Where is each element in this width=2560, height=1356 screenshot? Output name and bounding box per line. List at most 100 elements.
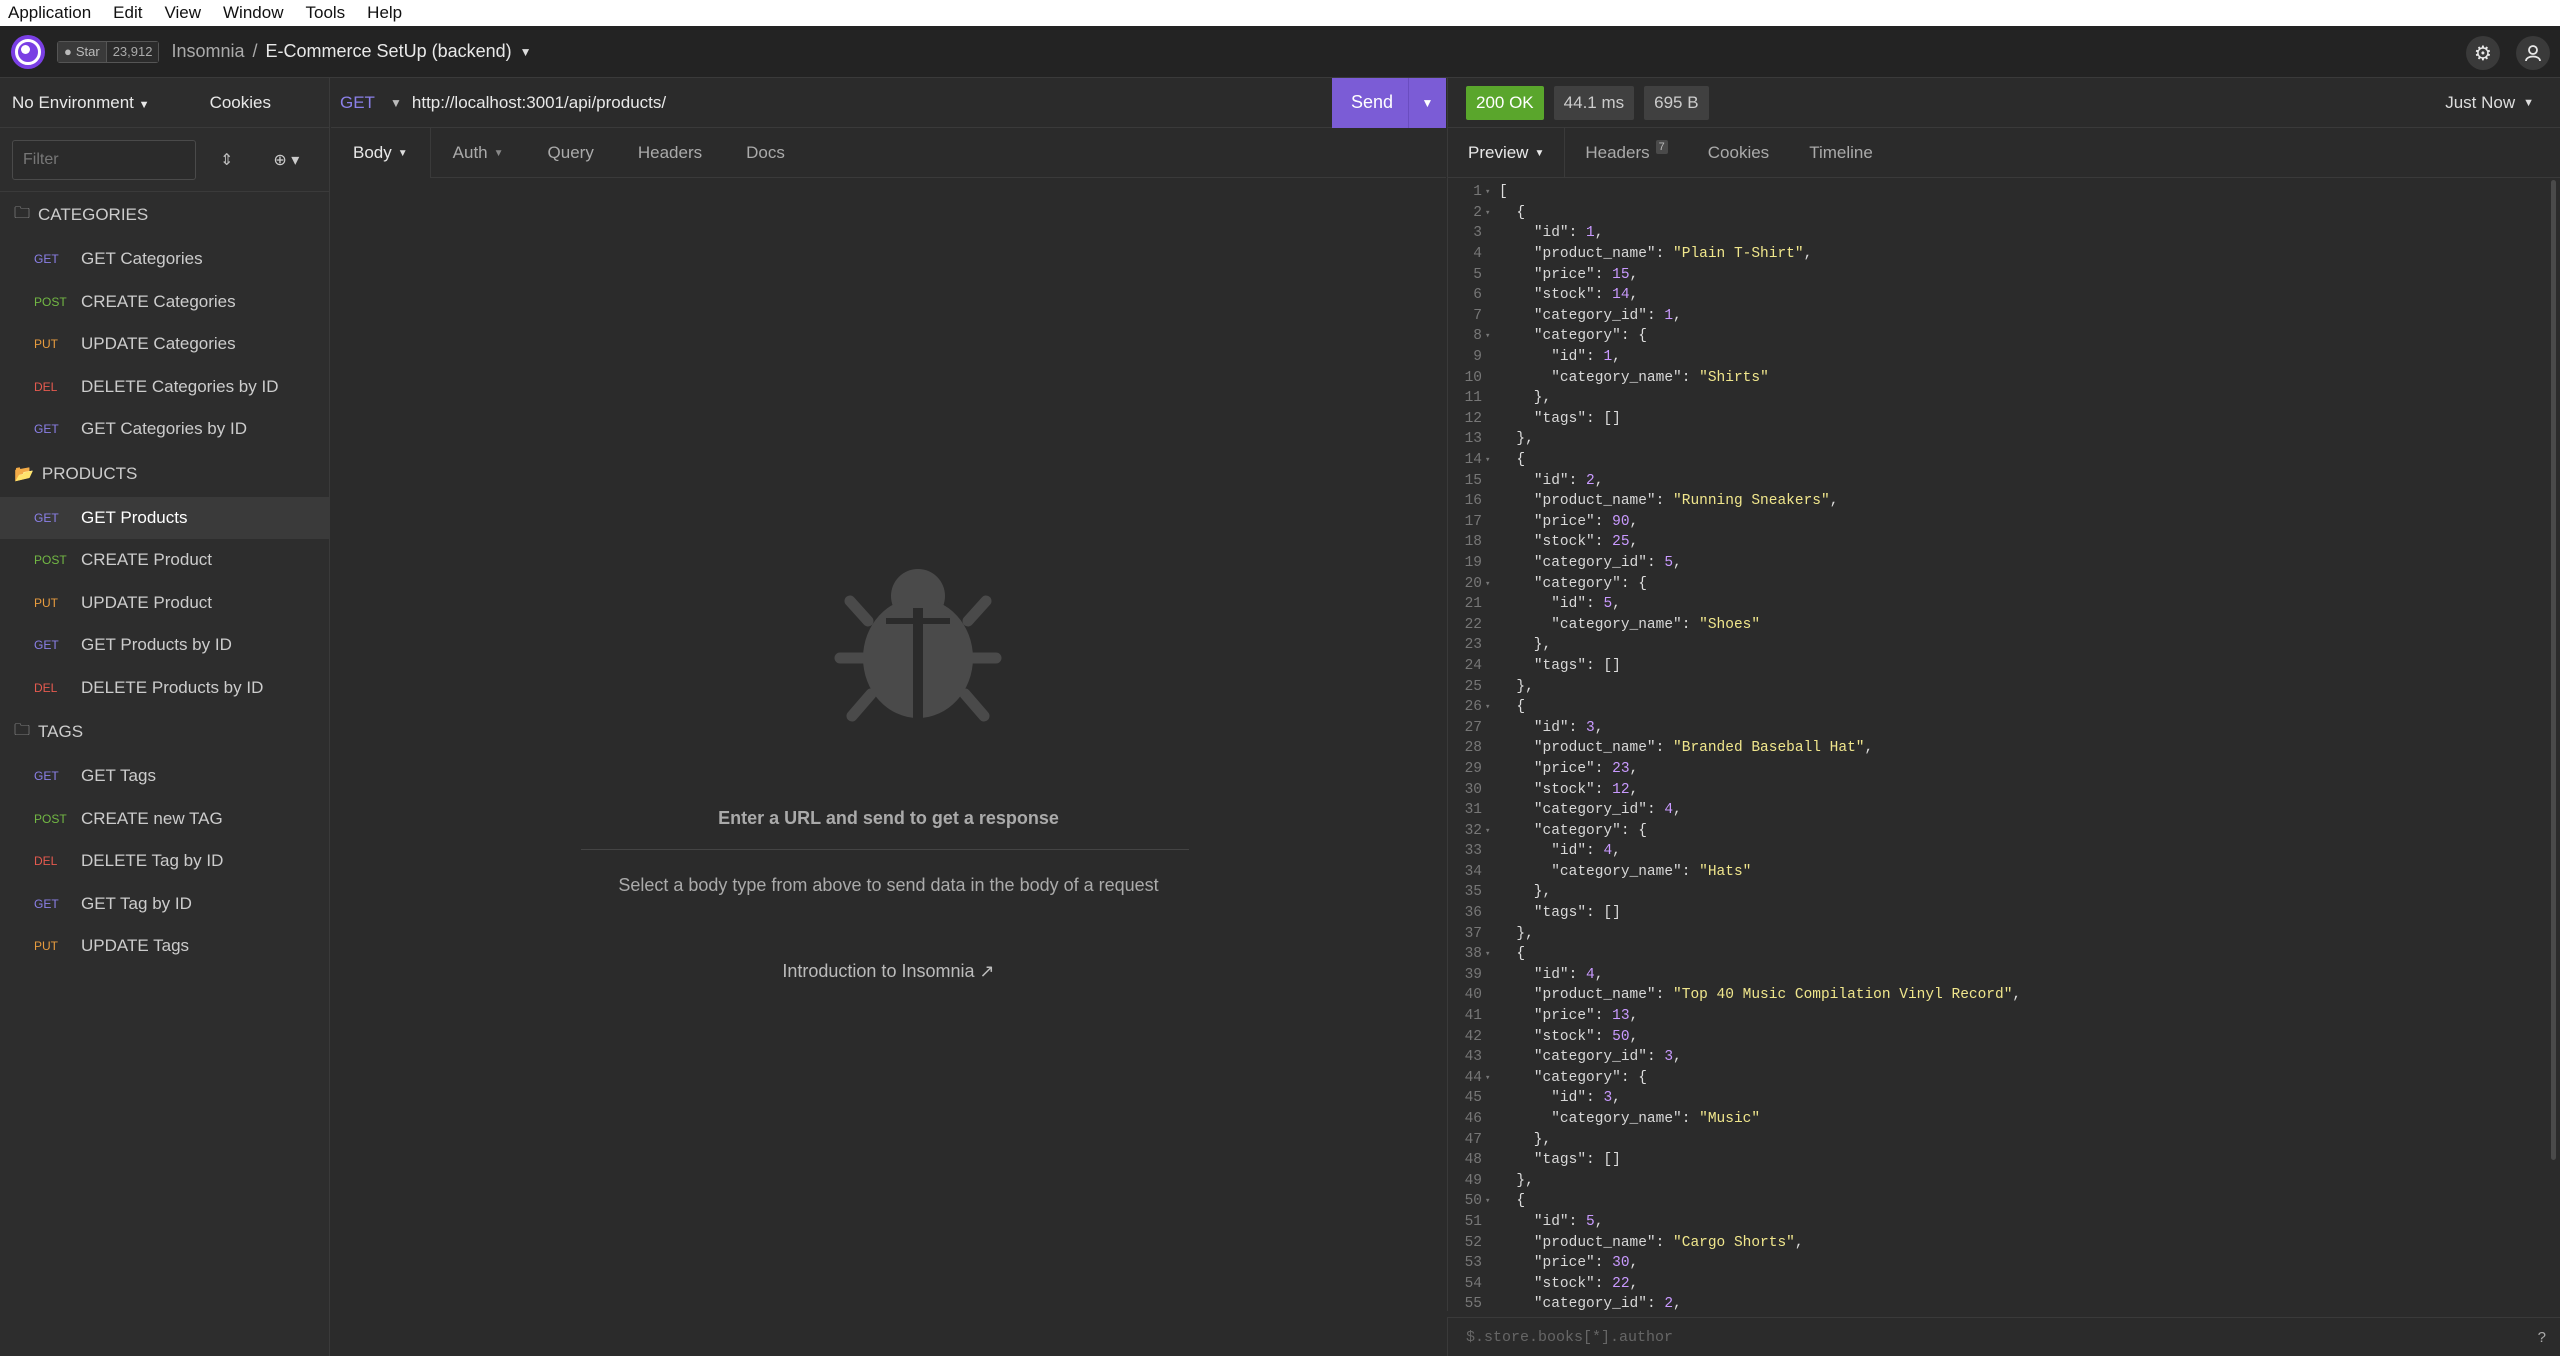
request-label: GET Categories — [81, 249, 203, 269]
external-link-icon: ↗ — [979, 961, 995, 981]
breadcrumb-app[interactable]: Insomnia — [171, 41, 244, 62]
code-line: 13 }, — [1464, 431, 1534, 448]
code-line: 18 "stock": 25, — [1464, 534, 1639, 551]
code-line: 21 "id": 5, — [1464, 596, 1621, 613]
code-line: 54 "stock": 22, — [1464, 1275, 1639, 1292]
menu-edit[interactable]: Edit — [113, 3, 142, 23]
project-name[interactable]: E-Commerce SetUp (backend) — [266, 41, 512, 62]
folder-icon: 📂 — [14, 465, 34, 483]
send-button[interactable]: Send ▼ — [1332, 77, 1446, 128]
sidebar-request-item[interactable]: GET GET Categories — [0, 238, 329, 281]
intro-link-label: Introduction to Insomnia — [782, 961, 975, 981]
method-select[interactable]: GET — [340, 93, 390, 113]
sidebar-request-item[interactable]: PUT UPDATE Tags — [0, 925, 329, 968]
folder-tags[interactable]: 🗀 TAGS — [0, 709, 329, 755]
response-filter[interactable]: $.store.books[*].author ? — [1447, 1317, 2560, 1356]
menu-application[interactable]: Application — [8, 3, 91, 23]
menu-window[interactable]: Window — [223, 3, 283, 23]
code-line: 7 "category_id": 1, — [1473, 307, 1682, 324]
tab-body[interactable]: Body ▼ — [331, 128, 431, 178]
code-line: 49 }, — [1464, 1172, 1534, 1189]
tab-response-headers[interactable]: Headers 7 — [1565, 128, 1687, 178]
request-label: UPDATE Tags — [81, 936, 190, 956]
code-line: 37 }, — [1464, 925, 1534, 942]
tab-preview[interactable]: Preview ▼ — [1448, 128, 1566, 178]
sidebar-request-item[interactable]: POST CREATE Product — [0, 539, 329, 582]
add-icon[interactable]: ⊕ ▾ — [273, 150, 299, 170]
code-line: 17 "price": 90, — [1464, 513, 1639, 530]
sidebar-request-item[interactable]: DEL DELETE Products by ID — [0, 667, 329, 710]
folder-icon: 🗀 — [14, 204, 31, 222]
sidebar-request-item[interactable]: GET GET Tag by ID — [0, 883, 329, 926]
sidebar-request-item[interactable]: GET GET Tags — [0, 755, 329, 798]
sidebar-request-item[interactable]: GET GET Products — [0, 496, 329, 539]
send-label: Send — [1350, 92, 1394, 112]
caret-down-icon[interactable]: ▼ — [390, 96, 402, 110]
send-options-icon[interactable]: ▼ — [1408, 77, 1446, 128]
scrollbar[interactable] — [2551, 180, 2556, 1160]
cookies-button[interactable]: Cookies — [210, 93, 271, 113]
status-badge: 200 OK — [1466, 85, 1544, 120]
menu-help[interactable]: Help — [367, 3, 402, 23]
gear-icon[interactable]: ⚙ — [2466, 36, 2500, 70]
insomnia-logo-icon[interactable] — [11, 34, 45, 69]
tab-timeline[interactable]: Timeline — [1789, 128, 1893, 178]
filter-input[interactable] — [12, 139, 196, 180]
code-line: 16 "product_name": "Running Sneakers", — [1464, 493, 1839, 510]
code-line: 25 }, — [1464, 678, 1534, 695]
tab-query[interactable]: Query — [526, 128, 616, 178]
method-badge: DEL — [34, 680, 58, 695]
request-label: GET Products — [81, 507, 188, 527]
sidebar-request-item[interactable]: DEL DELETE Tag by ID — [0, 840, 329, 883]
method-badge: GET — [34, 252, 59, 267]
chevron-down-icon[interactable]: ▼ — [520, 45, 532, 59]
folder-label: CATEGORIES — [38, 205, 149, 224]
method-badge: POST — [34, 811, 67, 826]
sidebar-request-item[interactable]: GET GET Products by ID — [0, 624, 329, 667]
user-icon[interactable] — [2516, 36, 2550, 70]
intro-link[interactable]: Introduction to Insomnia ↗ — [331, 961, 1446, 982]
response-filter-input[interactable]: $.store.books[*].author — [1466, 1329, 1673, 1346]
menu-view[interactable]: View — [164, 3, 201, 23]
request-label: GET Products by ID — [81, 635, 232, 655]
url-input[interactable]: http://localhost:3001/api/products/ — [412, 93, 1332, 113]
request-label: DELETE Tag by ID — [81, 851, 224, 871]
request-label: CREATE Categories — [81, 291, 236, 311]
code-line: 29 "price": 23, — [1464, 760, 1639, 777]
bug-icon — [834, 569, 1002, 722]
history-label: Just Now — [2445, 92, 2516, 112]
tab-headers[interactable]: Headers — [616, 128, 724, 178]
method-badge: PUT — [34, 939, 58, 954]
code-line: 40 "product_name": "Top 40 Music Compila… — [1464, 987, 2022, 1004]
star-label: Star — [75, 44, 100, 59]
sort-icon[interactable]: ⇕ — [220, 150, 233, 170]
sidebar-request-item[interactable]: PUT UPDATE Product — [0, 582, 329, 625]
response-preview[interactable]: 1 ▾[2 ▾ {3 "id": 1, 4 "product_name": "Plai… — [1447, 178, 2560, 1311]
github-star-button[interactable]: ● Star 23,912 — [57, 40, 160, 63]
folder-label: PRODUCTS — [41, 463, 138, 483]
sidebar-request-item[interactable]: PUT UPDATE Categories — [0, 323, 329, 366]
folder-products[interactable]: 📂 PRODUCTS — [0, 451, 329, 497]
sidebar-request-item[interactable]: POST CREATE new TAG — [0, 798, 329, 841]
method-badge: GET — [34, 638, 59, 653]
method-badge: DEL — [34, 854, 58, 869]
request-label: DELETE Products by ID — [81, 677, 264, 697]
request-label: GET Tags — [81, 766, 156, 786]
code-line: 38 ▾ { — [1464, 946, 1526, 963]
method-badge: POST — [34, 294, 67, 309]
tab-docs[interactable]: Docs — [724, 128, 807, 178]
sidebar-request-item[interactable]: DEL DELETE Categories by ID — [0, 366, 329, 409]
method-badge: PUT — [34, 337, 58, 352]
folder-categories[interactable]: 🗀 CATEGORIES — [0, 192, 329, 238]
help-icon[interactable]: ? — [2538, 1329, 2546, 1346]
code-line: 45 "id": 3, — [1464, 1090, 1621, 1107]
menu-tools[interactable]: Tools — [305, 3, 345, 23]
title-bar: ● Star 23,912 Insomnia / E-Commerce SetUp… — [0, 26, 2560, 78]
sidebar-request-item[interactable]: GET GET Categories by ID — [0, 408, 329, 451]
sidebar-request-item[interactable]: POST CREATE Categories — [0, 281, 329, 324]
tab-response-cookies[interactable]: Cookies — [1688, 128, 1789, 178]
tab-auth[interactable]: Auth ▼ — [431, 128, 526, 178]
history-dropdown[interactable]: Just Now ▼ — [2445, 93, 2534, 113]
environment-select[interactable]: No Environment ▼ — [12, 93, 150, 113]
code-line: 47 }, — [1464, 1131, 1552, 1148]
